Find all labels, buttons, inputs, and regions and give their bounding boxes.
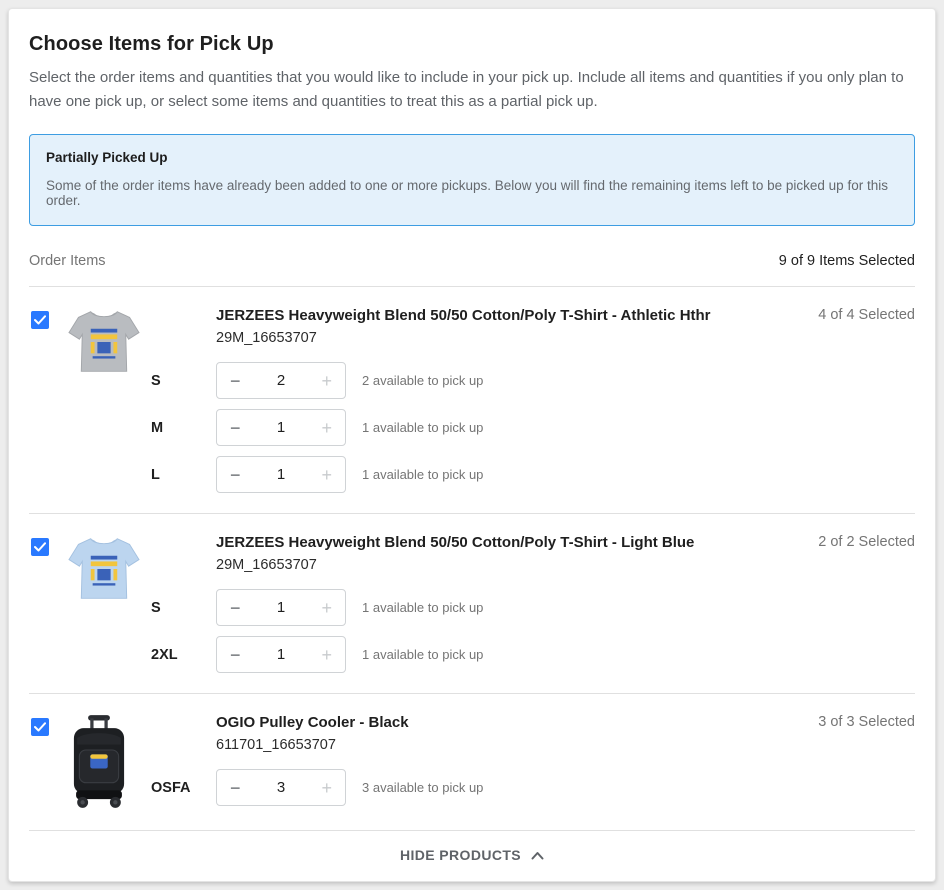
- checkbox-column: [31, 714, 66, 736]
- items-selected-summary: 9 of 9 Items Selected: [779, 253, 915, 269]
- size-label: S: [151, 373, 216, 389]
- banner-body: Some of the order items have already bee…: [46, 178, 898, 208]
- checkbox-column: [31, 307, 66, 329]
- product-header: JERZEES Heavyweight Blend 50/50 Cotton/P…: [151, 534, 915, 573]
- choose-items-card: Choose Items for Pick Up Select the orde…: [8, 8, 936, 882]
- quantity-stepper: − 1 +: [216, 456, 346, 493]
- light-blue-tshirt-image: [66, 534, 142, 604]
- product-title: JERZEES Heavyweight Blend 50/50 Cotton/P…: [216, 534, 802, 551]
- product-sku: 29M_16653707: [216, 330, 802, 346]
- quantity-stepper: − 3 +: [216, 769, 346, 806]
- product-sku: 611701_16653707: [216, 737, 802, 753]
- product-header: JERZEES Heavyweight Blend 50/50 Cotton/P…: [151, 307, 915, 346]
- product-selected-count: 2 of 2 Selected: [818, 534, 915, 550]
- increase-quantity-button[interactable]: +: [321, 779, 332, 797]
- availability-text: 3 available to pick up: [362, 780, 483, 795]
- checkmark-icon: [34, 542, 46, 552]
- product-content: JERZEES Heavyweight Blend 50/50 Cotton/P…: [151, 307, 915, 493]
- banner-title: Partially Picked Up: [46, 150, 898, 165]
- partially-picked-up-banner: Partially Picked Up Some of the order it…: [29, 134, 915, 226]
- increase-quantity-button[interactable]: +: [321, 372, 332, 390]
- size-row: OSFA − 3 + 3 available to pick up: [151, 769, 915, 806]
- size-label: L: [151, 467, 216, 483]
- decrease-quantity-button[interactable]: −: [230, 419, 241, 437]
- black-cooler-image: [66, 714, 132, 810]
- product-titles: OGIO Pulley Cooler - Black 611701_166537…: [216, 714, 802, 753]
- decrease-quantity-button[interactable]: −: [230, 599, 241, 617]
- size-row: S − 2 + 2 available to pick up: [151, 362, 915, 399]
- product-image-gray-tshirt: [66, 307, 151, 377]
- checkmark-icon: [34, 722, 46, 732]
- product-selected-count: 3 of 3 Selected: [818, 714, 915, 730]
- quantity-value: 3: [277, 779, 285, 796]
- product-checkbox[interactable]: [31, 538, 49, 556]
- page-description: Select the order items and quantities th…: [29, 66, 915, 114]
- size-row: 2XL − 1 + 1 available to pick up: [151, 636, 915, 673]
- product-sku: 29M_16653707: [216, 557, 802, 573]
- increase-quantity-button[interactable]: +: [321, 419, 332, 437]
- checkbox-column: [31, 534, 66, 556]
- quantity-value: 1: [277, 646, 285, 663]
- quantity-stepper: − 1 +: [216, 589, 346, 626]
- product-selected-count: 4 of 4 Selected: [818, 307, 915, 323]
- increase-quantity-button[interactable]: +: [321, 466, 332, 484]
- quantity-value: 1: [277, 419, 285, 436]
- product-row-light-blue-tshirt: JERZEES Heavyweight Blend 50/50 Cotton/P…: [29, 514, 915, 693]
- product-title: JERZEES Heavyweight Blend 50/50 Cotton/P…: [216, 307, 802, 324]
- checkmark-icon: [34, 315, 46, 325]
- availability-text: 1 available to pick up: [362, 647, 483, 662]
- product-row-athletic-hthr-tshirt: JERZEES Heavyweight Blend 50/50 Cotton/P…: [29, 287, 915, 513]
- gray-tshirt-image: [66, 307, 142, 377]
- availability-text: 2 available to pick up: [362, 373, 483, 388]
- size-row: S − 1 + 1 available to pick up: [151, 589, 915, 626]
- product-header: OGIO Pulley Cooler - Black 611701_166537…: [151, 714, 915, 753]
- availability-text: 1 available to pick up: [362, 467, 483, 482]
- product-titles: JERZEES Heavyweight Blend 50/50 Cotton/P…: [216, 534, 802, 573]
- availability-text: 1 available to pick up: [362, 600, 483, 615]
- size-label: 2XL: [151, 647, 216, 663]
- product-checkbox[interactable]: [31, 311, 49, 329]
- size-label: OSFA: [151, 780, 216, 796]
- size-row: L − 1 + 1 available to pick up: [151, 456, 915, 493]
- product-titles: JERZEES Heavyweight Blend 50/50 Cotton/P…: [216, 307, 802, 346]
- product-content: OGIO Pulley Cooler - Black 611701_166537…: [151, 714, 915, 806]
- product-checkbox[interactable]: [31, 718, 49, 736]
- quantity-value: 1: [277, 599, 285, 616]
- product-image-black-cooler: [66, 714, 151, 810]
- size-label: M: [151, 420, 216, 436]
- chevron-up-icon: [531, 851, 544, 860]
- quantity-stepper: − 1 +: [216, 636, 346, 673]
- hide-products-label: HIDE PRODUCTS: [400, 847, 521, 863]
- product-image-light-blue-tshirt: [66, 534, 151, 604]
- product-title: OGIO Pulley Cooler - Black: [216, 714, 802, 731]
- hide-products-button[interactable]: HIDE PRODUCTS: [29, 831, 915, 881]
- decrease-quantity-button[interactable]: −: [230, 646, 241, 664]
- increase-quantity-button[interactable]: +: [321, 599, 332, 617]
- order-items-header-row: Order Items 9 of 9 Items Selected: [29, 253, 915, 269]
- decrease-quantity-button[interactable]: −: [230, 779, 241, 797]
- quantity-value: 2: [277, 372, 285, 389]
- availability-text: 1 available to pick up: [362, 420, 483, 435]
- product-row-pulley-cooler: OGIO Pulley Cooler - Black 611701_166537…: [29, 694, 915, 830]
- decrease-quantity-button[interactable]: −: [230, 372, 241, 390]
- quantity-stepper: − 2 +: [216, 362, 346, 399]
- size-row: M − 1 + 1 available to pick up: [151, 409, 915, 446]
- quantity-stepper: − 1 +: [216, 409, 346, 446]
- page-title: Choose Items for Pick Up: [29, 33, 915, 56]
- quantity-value: 1: [277, 466, 285, 483]
- increase-quantity-button[interactable]: +: [321, 646, 332, 664]
- size-label: S: [151, 600, 216, 616]
- decrease-quantity-button[interactable]: −: [230, 466, 241, 484]
- product-content: JERZEES Heavyweight Blend 50/50 Cotton/P…: [151, 534, 915, 673]
- order-items-label: Order Items: [29, 253, 106, 269]
